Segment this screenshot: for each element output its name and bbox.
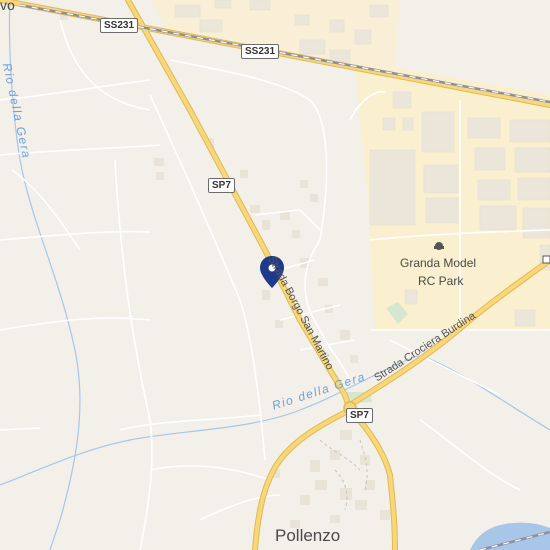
road-shield-ss231: SS231: [241, 44, 280, 59]
poi-label-line2[interactable]: RC Park: [418, 274, 463, 288]
town-label-partial: vo: [0, 0, 15, 13]
town-label[interactable]: Pollenzo: [275, 526, 340, 546]
map-canvas[interactable]: vo Pollenzo Granda Model RC Park SS231 S…: [0, 0, 550, 550]
road-shield-sp7: SP7: [346, 408, 373, 423]
road-shield-sp7: SP7: [208, 178, 235, 193]
poi-label-line1[interactable]: Granda Model: [400, 256, 476, 270]
houses: [60, 12, 390, 528]
road-shield-ss231: SS231: [100, 18, 139, 33]
poi-marker-icon: [542, 255, 550, 264]
